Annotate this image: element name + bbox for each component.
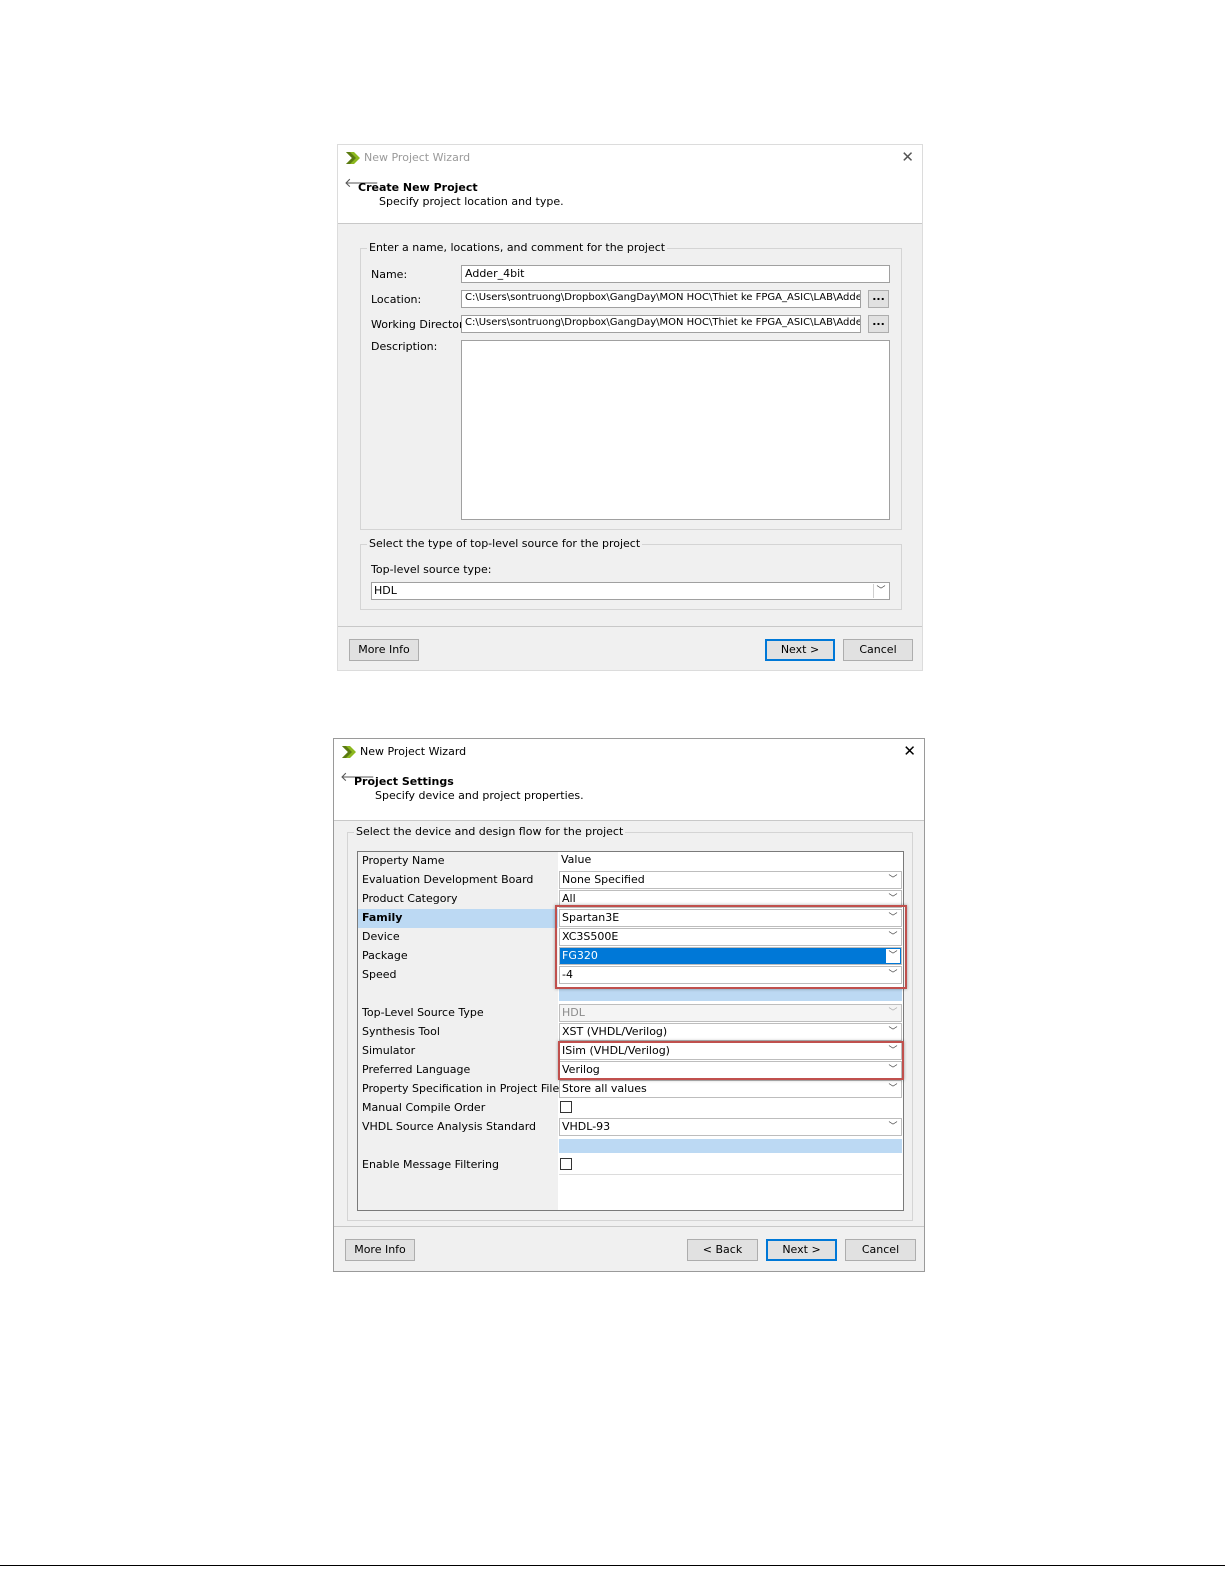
name-label: Name: — [371, 268, 408, 281]
group-legend: Select the type of top-level source for … — [367, 537, 643, 550]
chevron-down-icon: ﹀ — [888, 1008, 898, 1018]
xilinx-logo-icon — [342, 746, 356, 758]
create-project-dialog: New Project Wizard ✕ 🡐 Create New Projec… — [337, 144, 923, 671]
workdir-browse-button[interactable]: ... — [868, 315, 889, 333]
source-type-group: Select the type of top-level source for … — [360, 537, 902, 610]
location-input[interactable]: C:\Users\sontruong\Dropbox\GangDay\MON H… — [461, 290, 861, 308]
property-row[interactable]: Synthesis Tool XST (VHDL/Verilog) ﹀ — [358, 1023, 903, 1042]
top-level-source-select: HDL ﹀ — [559, 1004, 902, 1022]
group-legend: Select the device and design flow for th… — [354, 825, 626, 838]
wizard-header: 🡐 Create New Project Specify project loc… — [338, 171, 922, 224]
source-type-label: Top-level source type: — [371, 563, 492, 576]
column-header-property: Property Name — [362, 854, 445, 867]
title-bar: New Project Wizard ✕ — [334, 739, 924, 765]
enable-message-filtering-checkbox[interactable] — [560, 1158, 572, 1170]
property-name: Top-Level Source Type — [362, 1006, 484, 1019]
property-value: XST (VHDL/Verilog) — [562, 1025, 668, 1038]
title-bar: New Project Wizard ✕ — [338, 145, 922, 171]
back-button[interactable]: < Back — [687, 1239, 758, 1261]
footer-divider — [338, 626, 922, 627]
page-bottom-rule — [0, 1565, 1225, 1566]
window-title: New Project Wizard — [360, 745, 467, 758]
location-label: Location: — [371, 293, 422, 306]
property-name: Device — [362, 930, 400, 943]
cancel-button[interactable]: Cancel — [845, 1239, 916, 1261]
next-button[interactable]: Next > — [765, 639, 835, 661]
property-name: Product Category — [362, 892, 458, 905]
source-type-value: HDL — [374, 584, 397, 597]
close-icon[interactable]: ✕ — [903, 742, 916, 760]
group-legend: Enter a name, locations, and comment for… — [367, 241, 668, 254]
project-settings-dialog: New Project Wizard ✕ 🡐 Project Settings … — [333, 738, 925, 1272]
page-title: Project Settings — [354, 775, 454, 788]
property-name: Speed — [362, 968, 397, 981]
device-highlight-box — [555, 905, 907, 989]
property-row[interactable]: Top-Level Source Type HDL ﹀ — [358, 1004, 903, 1023]
next-button[interactable]: Next > — [766, 1239, 837, 1261]
chevron-down-icon[interactable]: ﹀ — [886, 873, 900, 887]
separator-band — [559, 987, 902, 1001]
property-value: Store all values — [562, 1082, 647, 1095]
property-value: HDL — [562, 1006, 585, 1019]
workdir-label: Working Directory: — [371, 318, 473, 331]
location-browse-button[interactable]: ... — [868, 290, 889, 308]
chevron-down-icon[interactable]: ﹀ — [886, 1082, 900, 1096]
wizard-header: 🡐 Project Settings Specify device and pr… — [334, 765, 924, 821]
property-name: Simulator — [362, 1044, 416, 1057]
board-select[interactable]: None Specified ﹀ — [559, 871, 902, 889]
cancel-button[interactable]: Cancel — [843, 639, 913, 661]
property-row[interactable]: Evaluation Development Board None Specif… — [358, 871, 903, 890]
grid-empty-area — [559, 1174, 902, 1175]
property-name: Synthesis Tool — [362, 1025, 440, 1038]
workdir-input[interactable]: C:\Users\sontruong\Dropbox\GangDay\MON H… — [461, 315, 861, 333]
property-row[interactable]: Manual Compile Order — [358, 1099, 903, 1118]
manual-compile-order-checkbox[interactable] — [560, 1101, 572, 1113]
column-header-value: Value — [561, 853, 592, 866]
source-type-select[interactable]: HDL ﹀ — [371, 582, 890, 600]
page-subtitle: Specify device and project properties. — [375, 789, 584, 802]
close-icon[interactable]: ✕ — [901, 148, 914, 166]
property-name: Property Specification in Project File — [362, 1082, 560, 1095]
property-value: None Specified — [562, 873, 645, 886]
property-name: Preferred Language — [362, 1063, 471, 1076]
more-info-button[interactable]: More Info — [349, 639, 419, 661]
name-input[interactable]: Adder_4bit — [461, 265, 890, 283]
simulator-language-highlight-box — [558, 1041, 904, 1080]
footer-divider — [334, 1226, 924, 1227]
property-value: VHDL-93 — [562, 1120, 611, 1133]
property-row[interactable]: Enable Message Filtering — [358, 1156, 903, 1175]
vhdl-standard-select[interactable]: VHDL-93 ﹀ — [559, 1118, 902, 1136]
property-row[interactable]: VHDL Source Analysis Standard VHDL-93 ﹀ — [358, 1118, 903, 1137]
separator-band — [559, 1139, 902, 1153]
property-name: VHDL Source Analysis Standard — [362, 1120, 537, 1133]
property-name: Package — [362, 949, 408, 962]
window-title: New Project Wizard — [364, 151, 471, 164]
chevron-down-icon[interactable]: ﹀ — [886, 1120, 900, 1134]
xilinx-logo-icon — [346, 152, 360, 164]
description-textarea[interactable] — [461, 340, 890, 520]
chevron-down-icon[interactable]: ﹀ — [886, 892, 900, 906]
chevron-down-icon[interactable]: ﹀ — [873, 584, 888, 598]
property-name: Evaluation Development Board — [362, 873, 534, 886]
property-name: Manual Compile Order — [362, 1101, 486, 1114]
property-value: All — [562, 892, 576, 905]
more-info-button[interactable]: More Info — [345, 1239, 415, 1261]
page-subtitle: Specify project location and type. — [379, 195, 564, 208]
synthesis-tool-select[interactable]: XST (VHDL/Verilog) ﹀ — [559, 1023, 902, 1041]
chevron-down-icon[interactable]: ﹀ — [886, 1025, 900, 1039]
property-spec-select[interactable]: Store all values ﹀ — [559, 1080, 902, 1098]
property-name: Family — [362, 911, 403, 924]
page-title: Create New Project — [358, 181, 478, 194]
property-name: Enable Message Filtering — [362, 1158, 499, 1171]
description-label: Description: — [371, 340, 438, 353]
property-row[interactable]: Property Specification in Project File S… — [358, 1080, 903, 1099]
